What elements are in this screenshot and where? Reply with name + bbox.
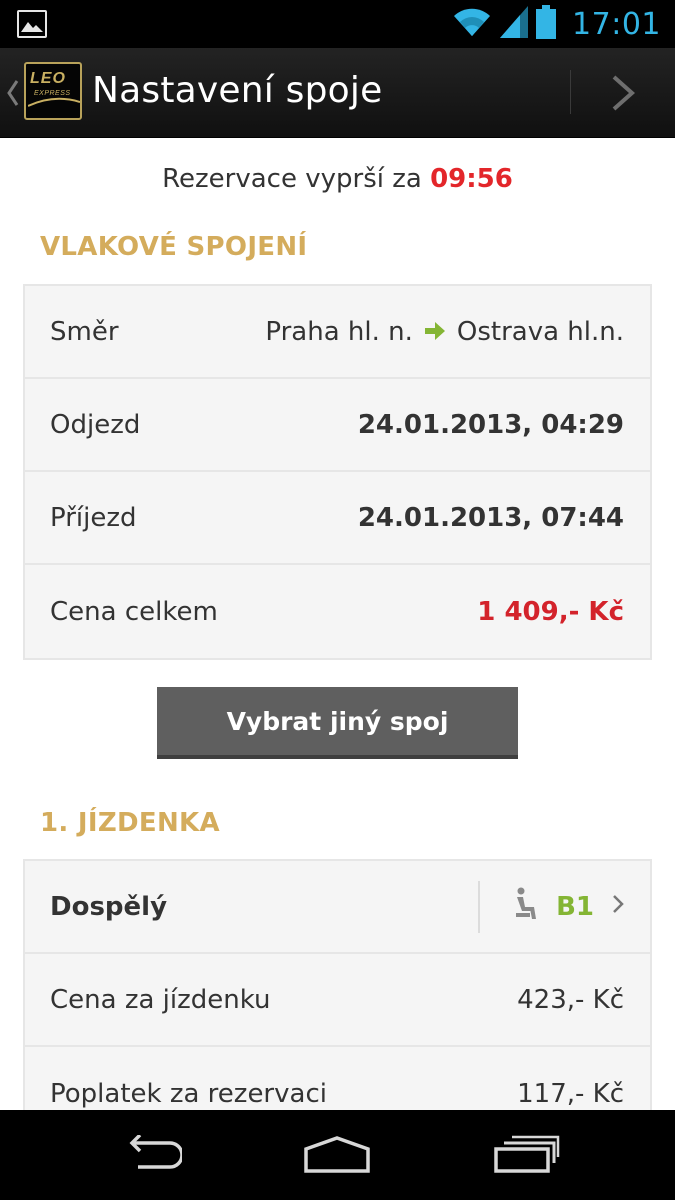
reservation-fee-label: Poplatek za rezervaci bbox=[50, 1078, 327, 1109]
navigation-bar bbox=[0, 1110, 675, 1200]
arrow-right-icon bbox=[424, 317, 445, 347]
total-price-label: Cena celkem bbox=[50, 596, 218, 627]
ticket-card: Dospělý B1 Cena za jízdenku 423,- Kč Pop… bbox=[23, 859, 652, 1110]
row-ticket-price: Cena za jízdenku 423,- Kč bbox=[25, 954, 650, 1047]
recent-apps-icon[interactable] bbox=[494, 1135, 560, 1180]
battery-icon bbox=[536, 4, 557, 44]
clock: 17:01 bbox=[572, 6, 661, 42]
app-logo[interactable]: LEO EXPRESS bbox=[24, 62, 82, 120]
connection-card: Směr Praha hl. n. Ostrava hl.n. Odjezd 2… bbox=[23, 284, 652, 660]
direction-label: Směr bbox=[50, 316, 119, 347]
seat-number: B1 bbox=[556, 891, 594, 922]
next-arrow-icon[interactable] bbox=[608, 74, 638, 112]
departure-value: 24.01.2013, 04:29 bbox=[357, 409, 624, 440]
row-direction: Směr Praha hl. n. Ostrava hl.n. bbox=[25, 286, 650, 379]
timer-value: 09:56 bbox=[430, 164, 513, 194]
up-caret-icon[interactable] bbox=[6, 78, 20, 108]
reservation-timer: Rezervace vyprší za 09:56 bbox=[0, 164, 675, 194]
total-price-value: 1 409,- Kč bbox=[477, 596, 624, 627]
row-total-price: Cena celkem 1 409,- Kč bbox=[25, 565, 650, 658]
content-scroll[interactable]: Rezervace vyprší za 09:56 VLAKOVÉ SPOJEN… bbox=[0, 138, 675, 1110]
status-bar: 17:01 bbox=[0, 0, 675, 48]
arrival-value: 24.01.2013, 07:44 bbox=[357, 502, 624, 533]
seat-divider bbox=[478, 880, 481, 933]
chevron-right-icon bbox=[612, 894, 624, 919]
page-title: Nastavení spoje bbox=[92, 70, 383, 111]
wifi-icon bbox=[452, 6, 492, 43]
arrival-label: Příjezd bbox=[50, 502, 137, 533]
reservation-fee-value: 117,- Kč bbox=[517, 1078, 624, 1109]
image-notification-icon bbox=[17, 10, 47, 38]
direction-value: Praha hl. n. Ostrava hl.n. bbox=[265, 317, 624, 347]
from-station: Praha hl. n. bbox=[265, 316, 413, 347]
ticket-price-label: Cena za jízdenku bbox=[50, 984, 271, 1015]
departure-label: Odjezd bbox=[50, 409, 141, 440]
change-connection-button[interactable]: Vybrat jiný spoj bbox=[157, 687, 518, 759]
logo-text: LEO bbox=[30, 70, 66, 87]
ticket-price-value: 423,- Kč bbox=[517, 984, 624, 1015]
home-icon[interactable] bbox=[302, 1135, 372, 1180]
signal-icon bbox=[500, 5, 529, 43]
section-title-connection: VLAKOVÉ SPOJENÍ bbox=[40, 232, 308, 262]
action-divider bbox=[570, 70, 571, 114]
row-arrival: Příjezd 24.01.2013, 07:44 bbox=[25, 472, 650, 565]
seat-icon bbox=[514, 887, 540, 926]
row-passenger[interactable]: Dospělý B1 bbox=[25, 861, 650, 954]
back-icon[interactable] bbox=[118, 1133, 184, 1180]
seat-selector[interactable]: B1 bbox=[478, 861, 624, 952]
section-title-ticket: 1. JÍZDENKA bbox=[40, 808, 220, 838]
row-departure: Odjezd 24.01.2013, 04:29 bbox=[25, 379, 650, 472]
action-bar: LEO EXPRESS Nastavení spoje bbox=[0, 48, 675, 138]
timer-label: Rezervace vyprší za bbox=[162, 164, 431, 194]
row-reservation-fee: Poplatek za rezervaci 117,- Kč bbox=[25, 1047, 650, 1110]
passenger-type: Dospělý bbox=[50, 891, 168, 922]
to-station: Ostrava hl.n. bbox=[456, 316, 624, 347]
